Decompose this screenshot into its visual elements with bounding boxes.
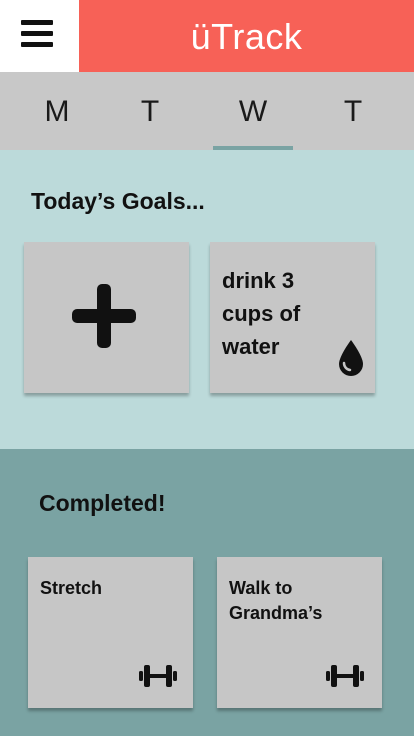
day-tab-monday[interactable]: M [17, 72, 97, 150]
completed-card[interactable]: Walk to Grandma’s [217, 557, 382, 708]
dumbbell-icon [326, 665, 364, 687]
day-tab-thursday[interactable]: T [313, 72, 393, 150]
app-title: üTrack [79, 0, 414, 72]
top-bar: üTrack [0, 0, 414, 72]
completed-title: Completed! [39, 490, 166, 516]
completed-section: Completed! Stretch Walk to Grandma’s [0, 449, 414, 736]
day-tab-tuesday[interactable]: T [110, 72, 190, 150]
completed-card[interactable]: Stretch [28, 557, 193, 708]
completed-card-text: Stretch [40, 578, 103, 598]
add-goal-button[interactable] [24, 242, 189, 393]
dumbbell-icon [139, 665, 177, 687]
goals-title: Today’s Goals... [31, 188, 205, 214]
day-tab-wednesday[interactable]: W [213, 72, 293, 150]
completed-card-text: Walk to Grandma’s [229, 578, 323, 623]
day-tabs: M T W T [0, 72, 414, 150]
plus-icon [72, 284, 136, 348]
water-drop-icon [339, 340, 363, 376]
goal-card[interactable]: drink 3 cups of water [210, 242, 375, 393]
todays-goals-section: Today’s Goals... drink 3 cups of water [0, 150, 414, 449]
goal-card-text: drink 3 cups of water [222, 268, 301, 359]
hamburger-icon[interactable] [0, 0, 79, 72]
menu-button[interactable] [0, 0, 79, 72]
